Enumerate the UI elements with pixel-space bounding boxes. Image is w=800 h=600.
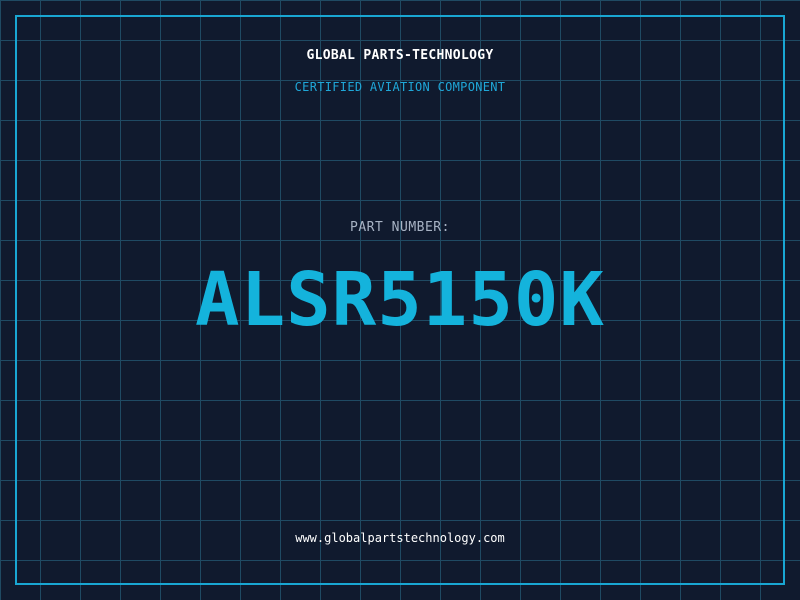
certification-subtitle: CERTIFIED AVIATION COMPONENT	[294, 80, 506, 94]
website-url: www.globalpartstechnology.com	[295, 531, 505, 545]
part-card: GLOBAL PARTS-TECHNOLOGY CERTIFIED AVIATI…	[0, 0, 800, 600]
company-name: GLOBAL PARTS-TECHNOLOGY	[306, 48, 494, 63]
part-number-label: PART NUMBER:	[350, 220, 450, 235]
part-number-value: ALSR5150K	[195, 257, 605, 343]
